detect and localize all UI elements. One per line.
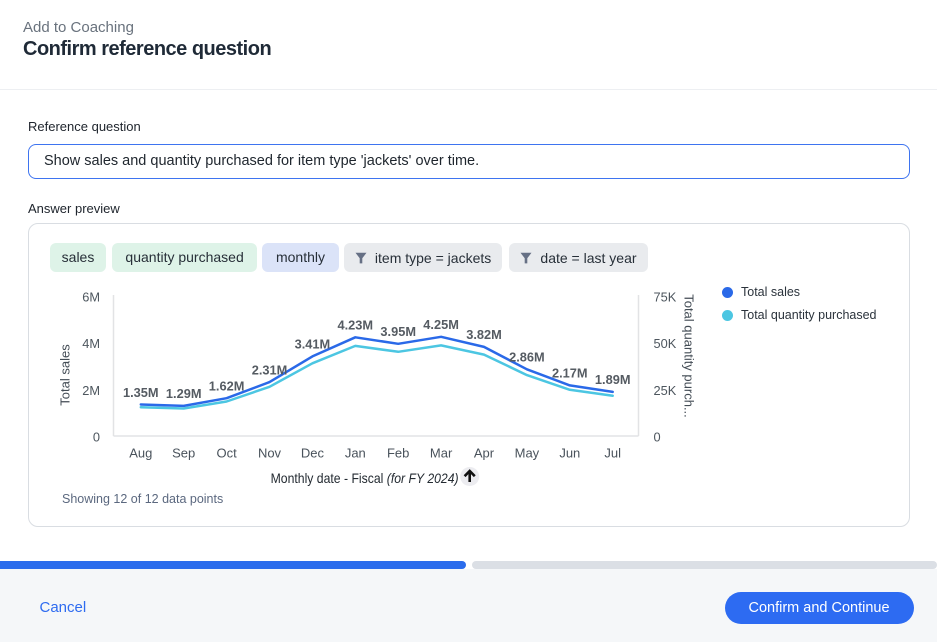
- svg-text:2.17M: 2.17M: [552, 366, 588, 381]
- svg-text:2.31M: 2.31M: [252, 362, 288, 377]
- svg-text:3.41M: 3.41M: [295, 337, 331, 352]
- svg-text:3.82M: 3.82M: [466, 327, 502, 342]
- svg-text:May: May: [515, 446, 540, 461]
- svg-text:75K: 75K: [654, 290, 677, 305]
- svg-text:4.23M: 4.23M: [338, 318, 374, 333]
- svg-text:1.35M: 1.35M: [123, 385, 159, 400]
- svg-text:4.25M: 4.25M: [423, 317, 459, 332]
- svg-text:4M: 4M: [82, 336, 100, 351]
- svg-text:50K: 50K: [654, 336, 677, 351]
- svg-text:Monthly date - Fiscal (for FY: Monthly date - Fiscal (for FY 2024): [271, 470, 459, 486]
- svg-text:Aug: Aug: [129, 446, 152, 461]
- svg-text:1.62M: 1.62M: [209, 379, 245, 394]
- svg-text:Oct: Oct: [216, 446, 237, 461]
- svg-text:Mar: Mar: [430, 446, 453, 461]
- svg-text:2M: 2M: [82, 383, 100, 398]
- svg-text:3.95M: 3.95M: [380, 324, 416, 339]
- svg-text:Nov: Nov: [258, 446, 282, 461]
- svg-text:1.89M: 1.89M: [595, 372, 631, 387]
- svg-text:Sep: Sep: [172, 446, 195, 461]
- svg-text:Jul: Jul: [604, 446, 621, 461]
- svg-text:Jan: Jan: [345, 446, 366, 461]
- svg-text:Dec: Dec: [301, 446, 325, 461]
- svg-text:Apr: Apr: [474, 446, 495, 461]
- svg-text:0: 0: [93, 430, 100, 445]
- svg-text:Jun: Jun: [559, 446, 580, 461]
- svg-text:0: 0: [654, 430, 661, 445]
- svg-text:Feb: Feb: [387, 446, 409, 461]
- svg-text:1.29M: 1.29M: [166, 386, 202, 401]
- svg-text:6M: 6M: [82, 290, 100, 305]
- svg-text:2.86M: 2.86M: [509, 350, 545, 365]
- svg-text:25K: 25K: [654, 383, 677, 398]
